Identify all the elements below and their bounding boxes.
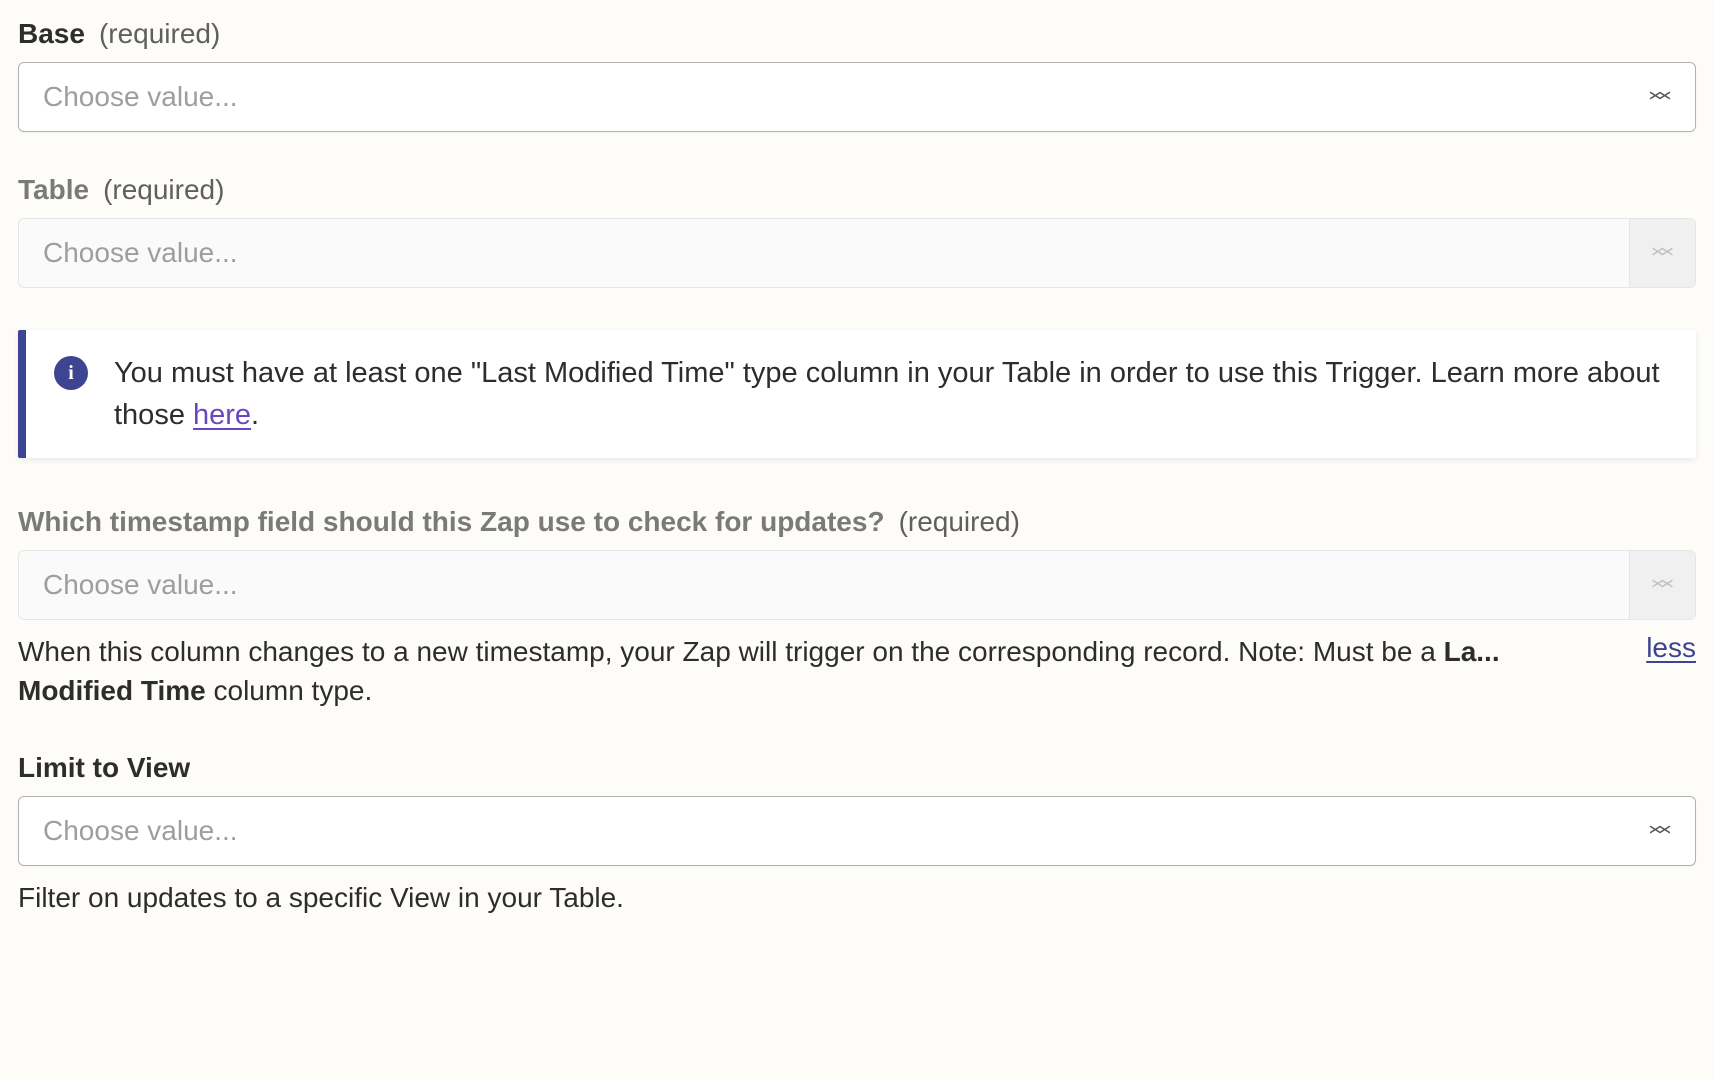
base-select[interactable]: Choose value... ︿﹀	[18, 62, 1696, 132]
chevron-updown-icon: ︿﹀	[1629, 551, 1695, 619]
less-toggle[interactable]: less	[1646, 632, 1696, 664]
base-label: Base	[18, 18, 85, 50]
timestamp-helper-row: When this column changes to a new timest…	[18, 632, 1696, 710]
field-label-row: Which timestamp field should this Zap us…	[18, 506, 1696, 538]
field-label-row: Table (required)	[18, 174, 1696, 206]
info-text-part2: .	[251, 399, 259, 431]
base-select-placeholder: Choose value...	[43, 81, 238, 113]
limit-view-select[interactable]: Choose value... ︿﹀	[18, 796, 1696, 866]
field-base: Base (required) Choose value... ︿﹀	[18, 18, 1696, 132]
limit-view-label: Limit to View	[18, 752, 190, 784]
chevron-updown-icon: ︿﹀	[1649, 85, 1671, 109]
limit-view-helper: Filter on updates to a specific View in …	[18, 878, 1696, 917]
limit-view-placeholder: Choose value...	[43, 815, 238, 847]
table-required: (required)	[103, 174, 224, 206]
field-label-row: Base (required)	[18, 18, 1696, 50]
chevron-updown-icon: ︿﹀	[1649, 819, 1671, 843]
helper-bold2: Modified Time	[18, 675, 206, 706]
info-text: You must have at least one "Last Modifie…	[114, 352, 1668, 436]
field-timestamp: Which timestamp field should this Zap us…	[18, 506, 1696, 710]
helper-bold1: La...	[1444, 636, 1500, 667]
field-label-row: Limit to View	[18, 752, 1696, 784]
info-banner: i You must have at least one "Last Modif…	[18, 330, 1696, 458]
base-required: (required)	[99, 18, 220, 50]
info-text-part1: You must have at least one "Last Modifie…	[114, 357, 1660, 431]
info-icon: i	[54, 356, 88, 390]
timestamp-required: (required)	[899, 506, 1020, 538]
helper-part2: column type.	[206, 675, 373, 706]
table-select-placeholder: Choose value...	[19, 237, 238, 269]
timestamp-label: Which timestamp field should this Zap us…	[18, 506, 885, 538]
chevron-updown-icon: ︿﹀	[1629, 219, 1695, 287]
helper-part1: When this column changes to a new timest…	[18, 636, 1444, 667]
timestamp-select-placeholder: Choose value...	[19, 569, 238, 601]
timestamp-select[interactable]: Choose value... ︿﹀	[18, 550, 1696, 620]
table-label: Table	[18, 174, 89, 206]
info-link[interactable]: here	[193, 399, 251, 431]
timestamp-helper: When this column changes to a new timest…	[18, 632, 1622, 710]
field-table: Table (required) Choose value... ︿﹀	[18, 174, 1696, 288]
field-limit-view: Limit to View Choose value... ︿﹀ Filter …	[18, 752, 1696, 917]
table-select[interactable]: Choose value... ︿﹀	[18, 218, 1696, 288]
